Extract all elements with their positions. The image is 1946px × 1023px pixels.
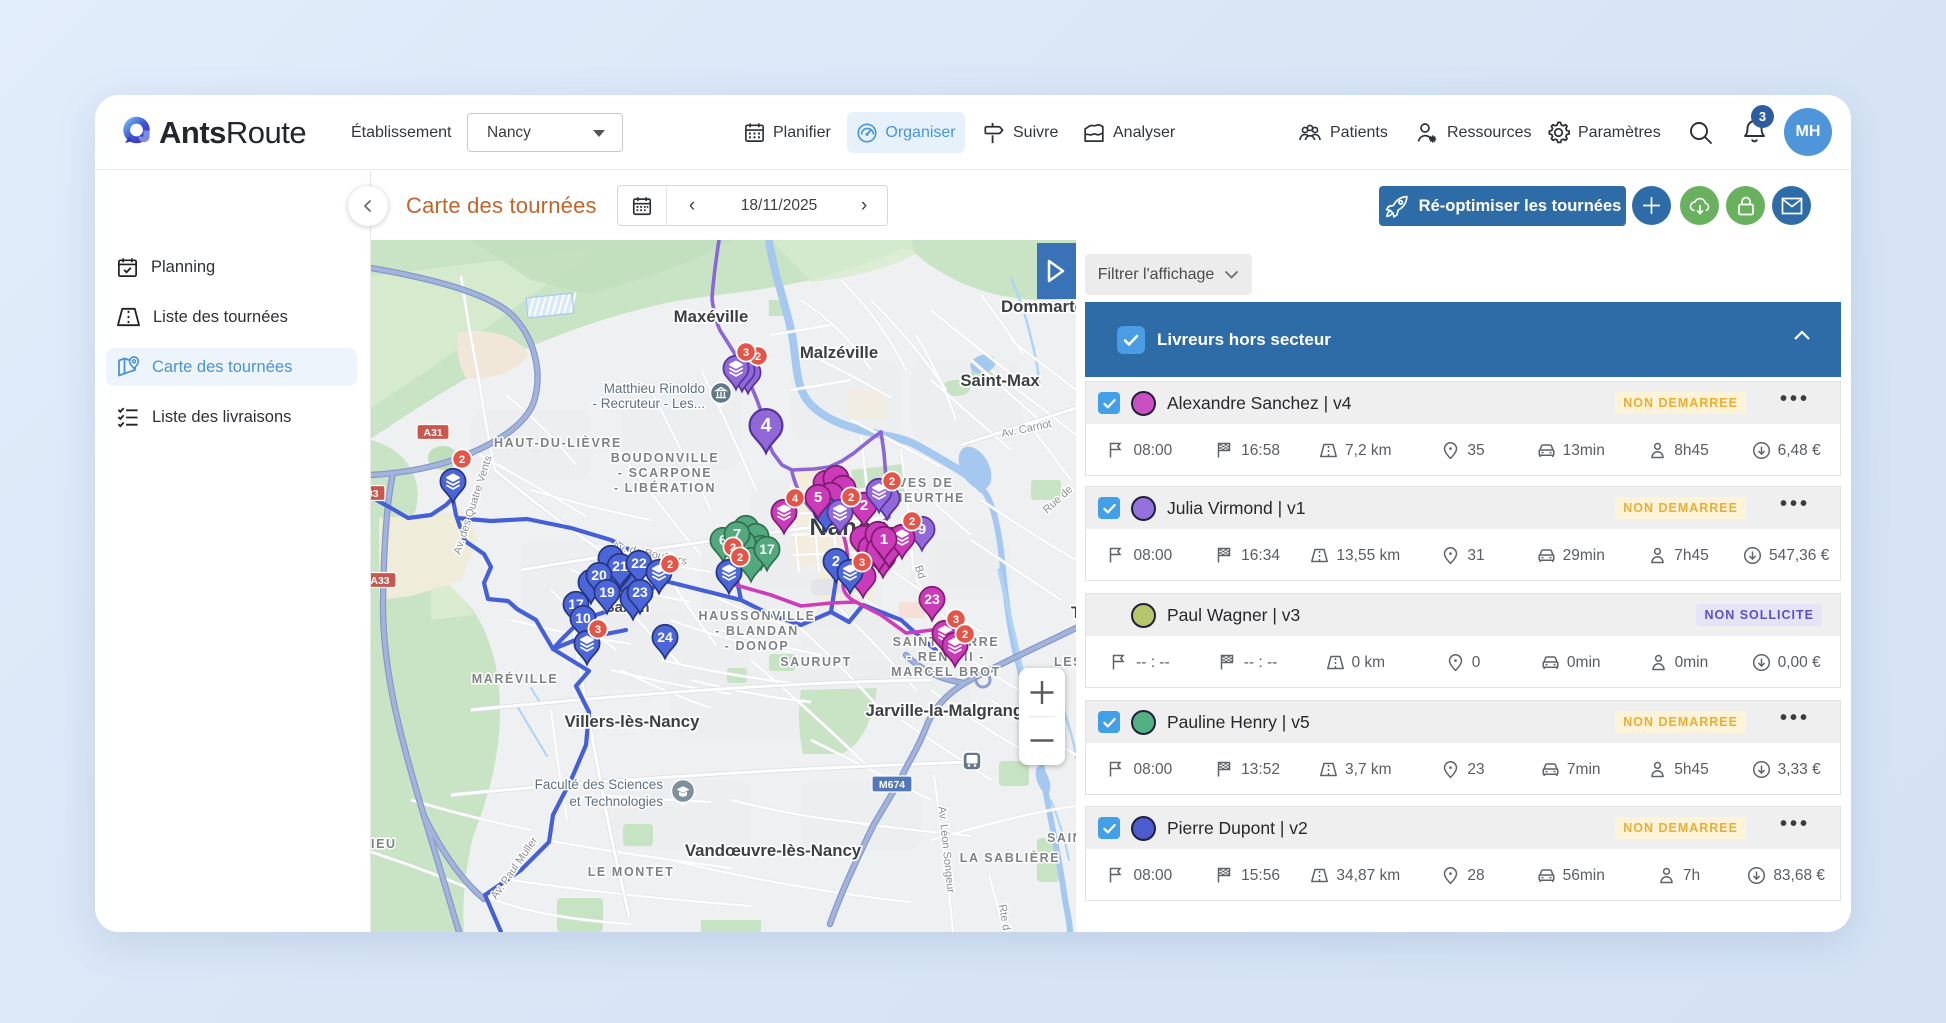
- svg-text:SAURUPT: SAURUPT: [780, 655, 852, 669]
- svg-text:Villers-lès-Nancy: Villers-lès-Nancy: [565, 712, 701, 731]
- svg-text:LA SABLIÈRE: LA SABLIÈRE: [960, 850, 1060, 865]
- svg-text:2: 2: [667, 559, 673, 571]
- svg-text:2: 2: [962, 629, 968, 641]
- svg-text:5: 5: [814, 489, 822, 506]
- svg-text:3: 3: [859, 557, 865, 569]
- svg-text:SAINT-: SAINT-: [1047, 831, 1076, 845]
- svg-text:Vandœuvre-lès-Nancy: Vandœuvre-lès-Nancy: [685, 841, 862, 860]
- svg-text:MEURTHE: MEURTHE: [892, 491, 965, 505]
- svg-text:HAUT-DU-LIÈVRE: HAUT-DU-LIÈVRE: [494, 435, 622, 450]
- svg-text:23: 23: [632, 584, 648, 600]
- svg-text:et Technologies: et Technologies: [569, 794, 663, 809]
- svg-text:17: 17: [759, 541, 775, 557]
- svg-text:M674: M674: [879, 779, 905, 791]
- svg-text:BOUDONVILLE: BOUDONVILLE: [611, 451, 720, 465]
- svg-text:2: 2: [459, 454, 465, 466]
- svg-text:Matthieu Rinoldo: Matthieu Rinoldo: [604, 381, 705, 396]
- svg-text:4: 4: [761, 415, 772, 437]
- svg-text:A33: A33: [371, 488, 379, 500]
- svg-text:24: 24: [657, 629, 673, 645]
- svg-text:LE MONTET: LE MONTET: [588, 865, 675, 879]
- svg-text:22: 22: [631, 555, 647, 571]
- svg-text:10: 10: [575, 610, 591, 626]
- svg-text:IEU: IEU: [371, 837, 397, 851]
- svg-text:Dommartemont: Dommartemont: [1001, 297, 1076, 316]
- svg-text:2: 2: [737, 552, 743, 564]
- svg-text:A31: A31: [423, 427, 442, 439]
- svg-text:19: 19: [599, 584, 615, 600]
- svg-text:3: 3: [595, 624, 601, 636]
- svg-text:23: 23: [924, 591, 940, 607]
- svg-text:Maxéville: Maxéville: [674, 307, 749, 326]
- svg-text:3: 3: [743, 347, 749, 359]
- svg-text:2: 2: [909, 516, 915, 528]
- svg-text:- BLANDAN: - BLANDAN: [715, 624, 799, 638]
- svg-text:- SCARPONE: - SCARPONE: [618, 466, 712, 480]
- svg-text:Saint-Max: Saint-Max: [960, 371, 1040, 390]
- svg-text:- Recruteur - Les...: - Recruteur - Les...: [592, 396, 705, 411]
- svg-text:3: 3: [953, 614, 959, 626]
- svg-text:Faculté des Sciences: Faculté des Sciences: [535, 777, 664, 792]
- svg-text:MARÉVILLE: MARÉVILLE: [472, 671, 559, 686]
- svg-text:HAUSSONVILLE: HAUSSONVILLE: [698, 609, 815, 623]
- svg-text:MARCEL BROT: MARCEL BROT: [891, 665, 1001, 679]
- svg-text:2: 2: [848, 492, 854, 504]
- svg-text:- DONOP: - DONOP: [725, 639, 790, 653]
- svg-text:21: 21: [612, 558, 628, 574]
- svg-text:LES E: LES E: [1054, 655, 1076, 669]
- svg-text:Malzéville: Malzéville: [800, 343, 878, 362]
- svg-text:A33: A33: [371, 575, 390, 587]
- svg-text:2: 2: [889, 476, 895, 488]
- svg-text:VES DE: VES DE: [898, 476, 953, 490]
- svg-text:Jarville-la-Malgrange: Jarville-la-Malgrange: [866, 701, 1033, 720]
- svg-text:1: 1: [880, 531, 888, 548]
- svg-text:Tomblaine: Tomblaine: [1071, 603, 1076, 622]
- svg-text:- LIBÉRATION: - LIBÉRATION: [614, 480, 716, 495]
- svg-text:4: 4: [792, 493, 799, 505]
